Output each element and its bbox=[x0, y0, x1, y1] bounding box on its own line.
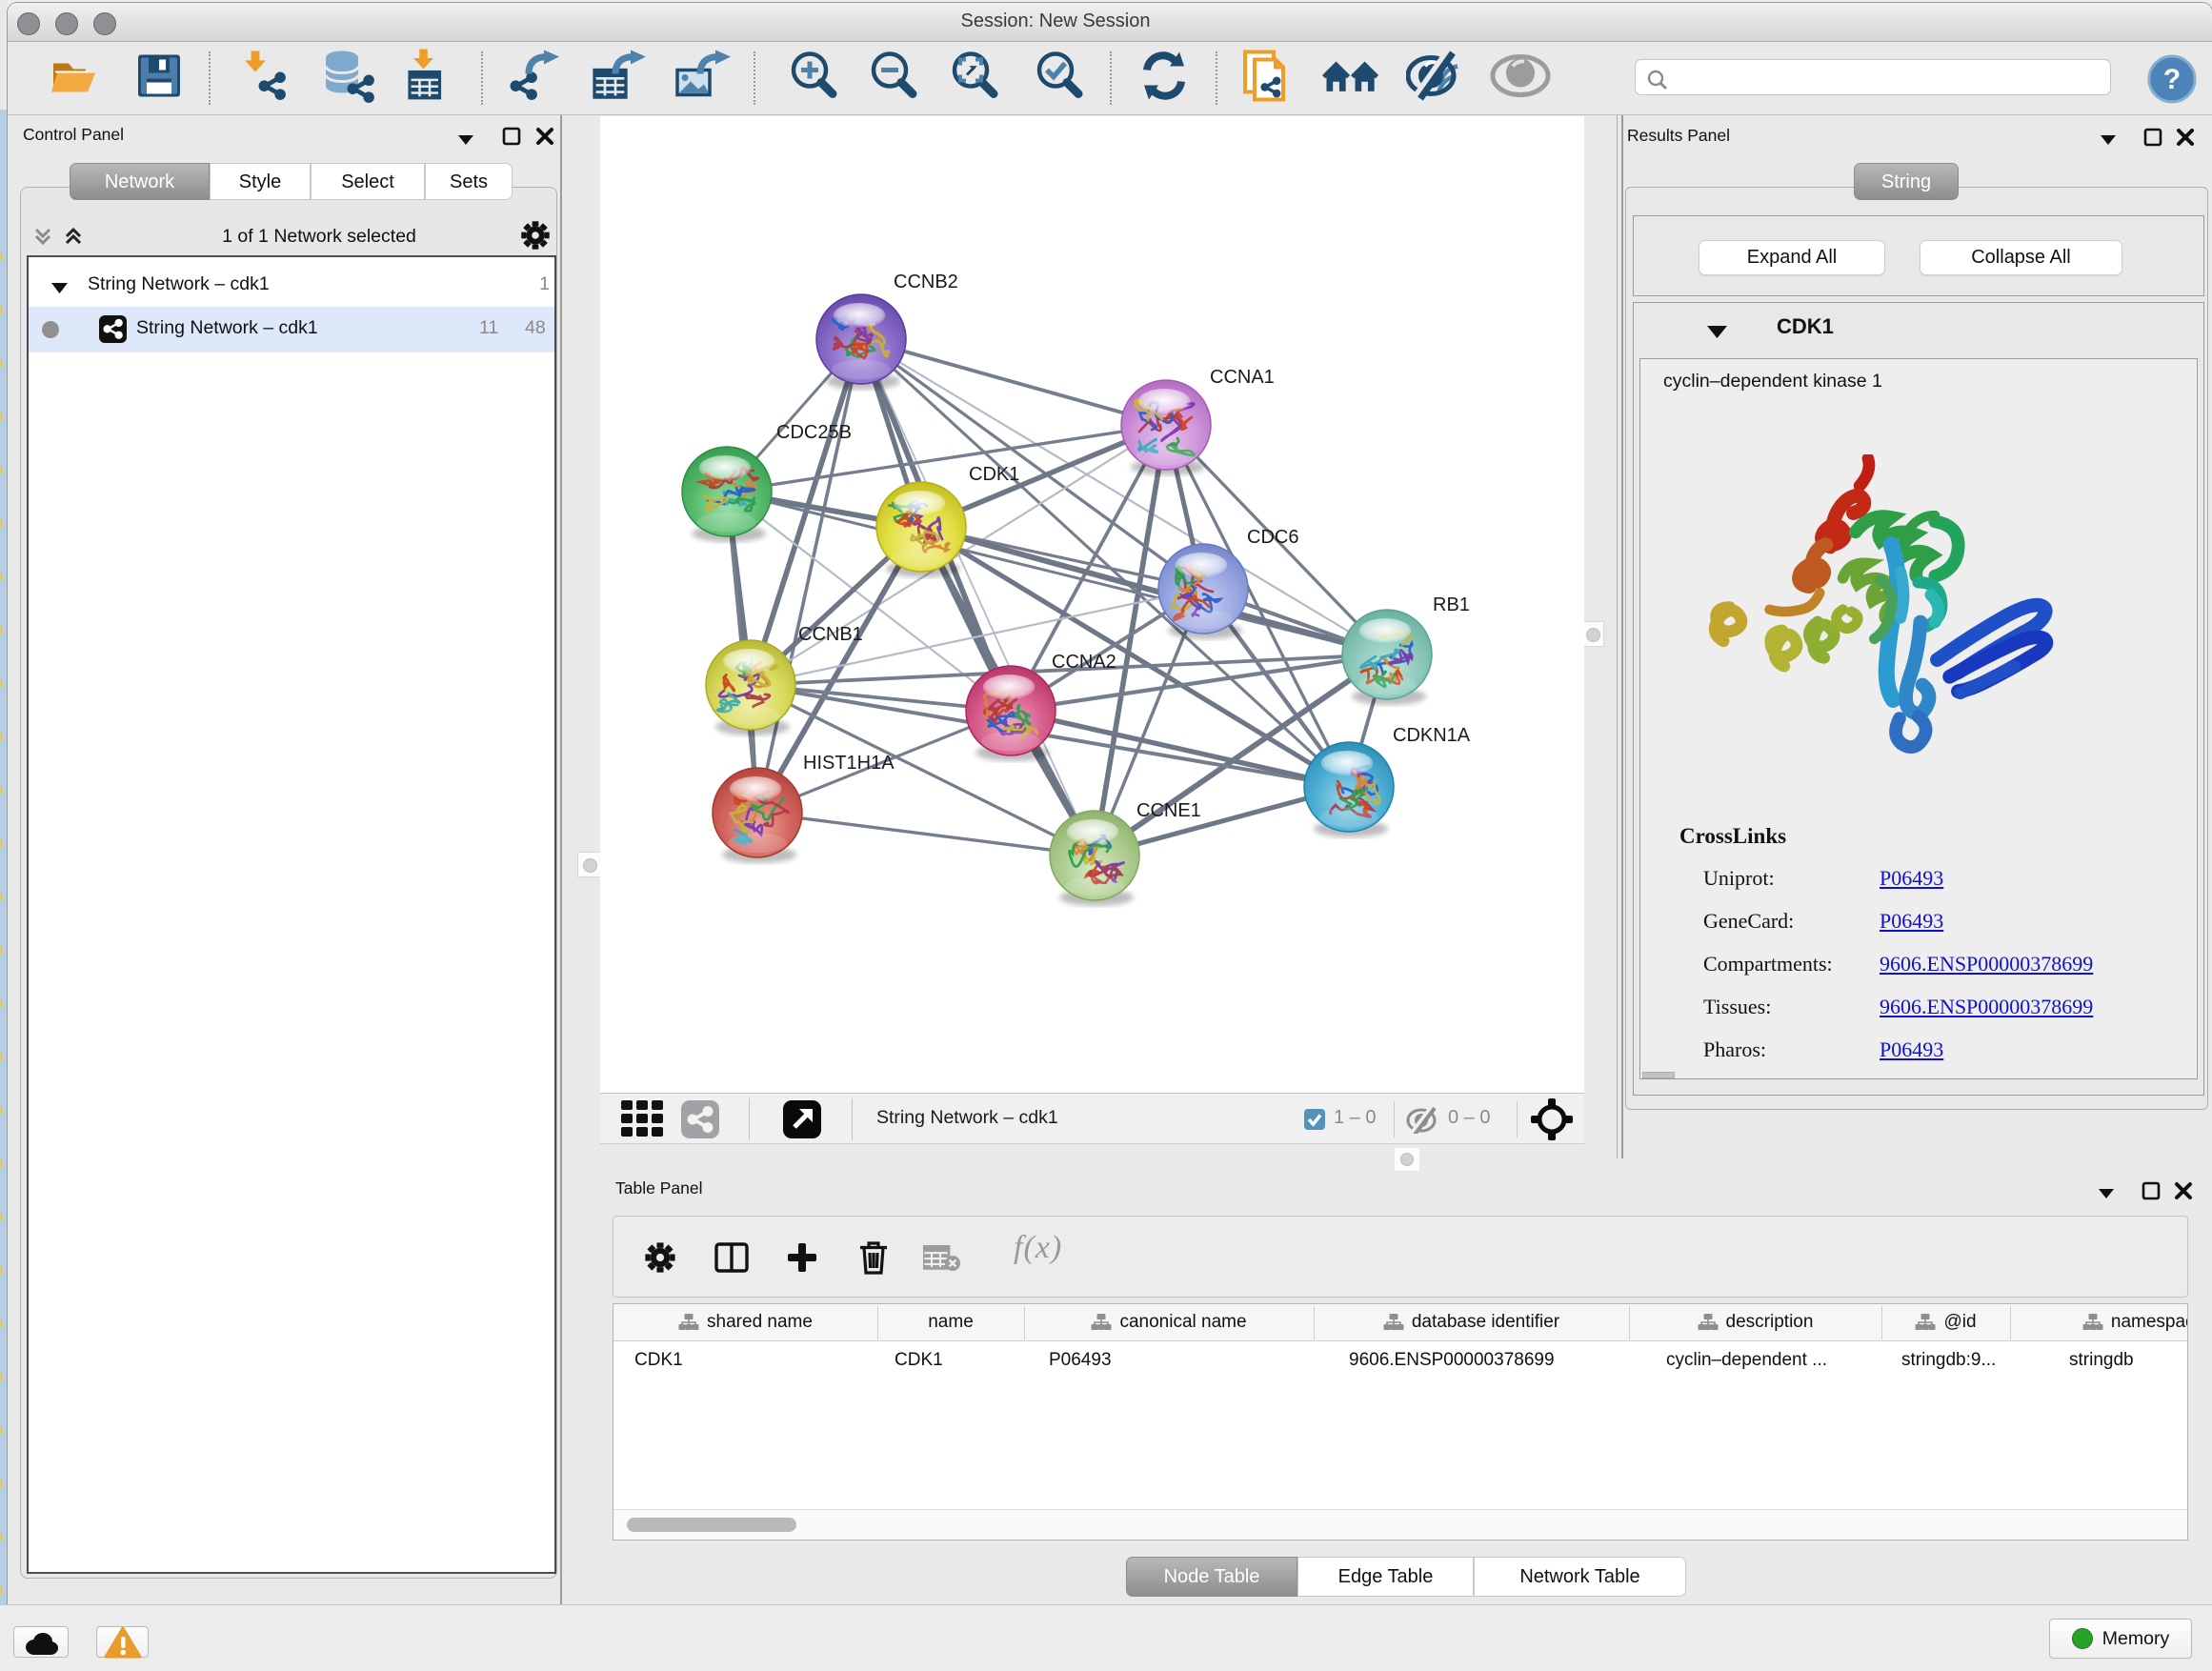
svg-text:CCNA2: CCNA2 bbox=[1052, 652, 1116, 673]
svg-text:RB1: RB1 bbox=[1433, 594, 1470, 615]
svg-text:CCNA1: CCNA1 bbox=[1210, 367, 1275, 388]
svg-text:CCNE1: CCNE1 bbox=[1136, 800, 1201, 821]
svg-text:CDKN1A: CDKN1A bbox=[1393, 725, 1471, 746]
svg-text:CDC25B: CDC25B bbox=[776, 422, 852, 443]
svg-text:CDK1: CDK1 bbox=[969, 464, 1019, 485]
svg-text:?: ? bbox=[2163, 64, 2181, 95]
svg-text:CDC6: CDC6 bbox=[1247, 527, 1298, 548]
svg-text:HIST1H1A: HIST1H1A bbox=[803, 753, 895, 774]
svg-text:CCNB2: CCNB2 bbox=[894, 272, 958, 292]
svg-text:CCNB1: CCNB1 bbox=[798, 624, 863, 645]
